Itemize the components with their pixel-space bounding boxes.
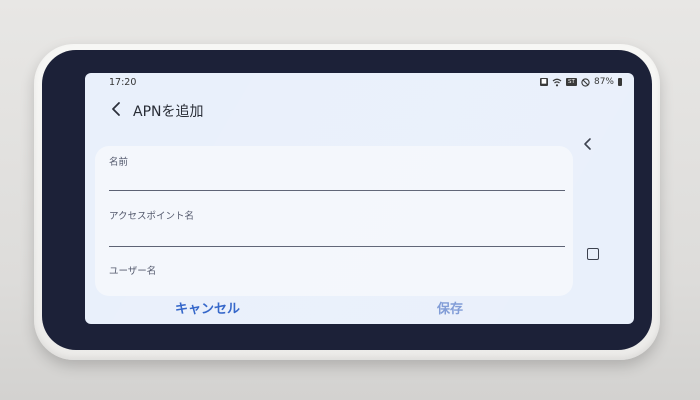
save-button[interactable]: 保存 — [437, 298, 463, 317]
name-input[interactable] — [109, 166, 569, 188]
app-header: APNを追加 — [85, 97, 634, 125]
apn-form-card: 名前 アクセスポイント名 ユーザー名 — [95, 146, 573, 296]
battery-percent: 87% — [593, 77, 614, 87]
name-field-underline — [109, 190, 565, 191]
wifi-icon — [552, 78, 562, 86]
apn-input[interactable] — [109, 220, 569, 242]
nav-back-icon[interactable] — [581, 135, 595, 153]
back-arrow-icon[interactable] — [107, 99, 127, 119]
apn-field-underline — [109, 246, 565, 247]
action-bar: キャンセル 保存 — [85, 292, 634, 324]
battery-icon — [618, 78, 622, 86]
cancel-button[interactable]: キャンセル — [175, 298, 240, 317]
do-not-disturb-icon — [581, 77, 590, 87]
name-field[interactable]: 名前 — [109, 154, 569, 191]
status-bar: 17:20 ■ ST 87% — [85, 73, 634, 93]
nav-home-icon[interactable] — [587, 248, 599, 260]
status-time: 17:20 — [109, 77, 137, 88]
sim-icon: ST — [565, 78, 577, 86]
device-screen: 17:20 ■ ST 87% APNを追加 名前 アクセスポイント名 ユーザー名… — [85, 73, 634, 324]
username-field-label: ユーザー名 — [109, 266, 157, 277]
status-icons: ■ ST 87% — [539, 77, 622, 87]
notification-icon: ■ — [539, 78, 548, 86]
page-title: APNを追加 — [133, 104, 204, 120]
username-field[interactable]: ユーザー名 — [109, 263, 565, 277]
apn-field[interactable]: アクセスポイント名 — [109, 208, 569, 247]
